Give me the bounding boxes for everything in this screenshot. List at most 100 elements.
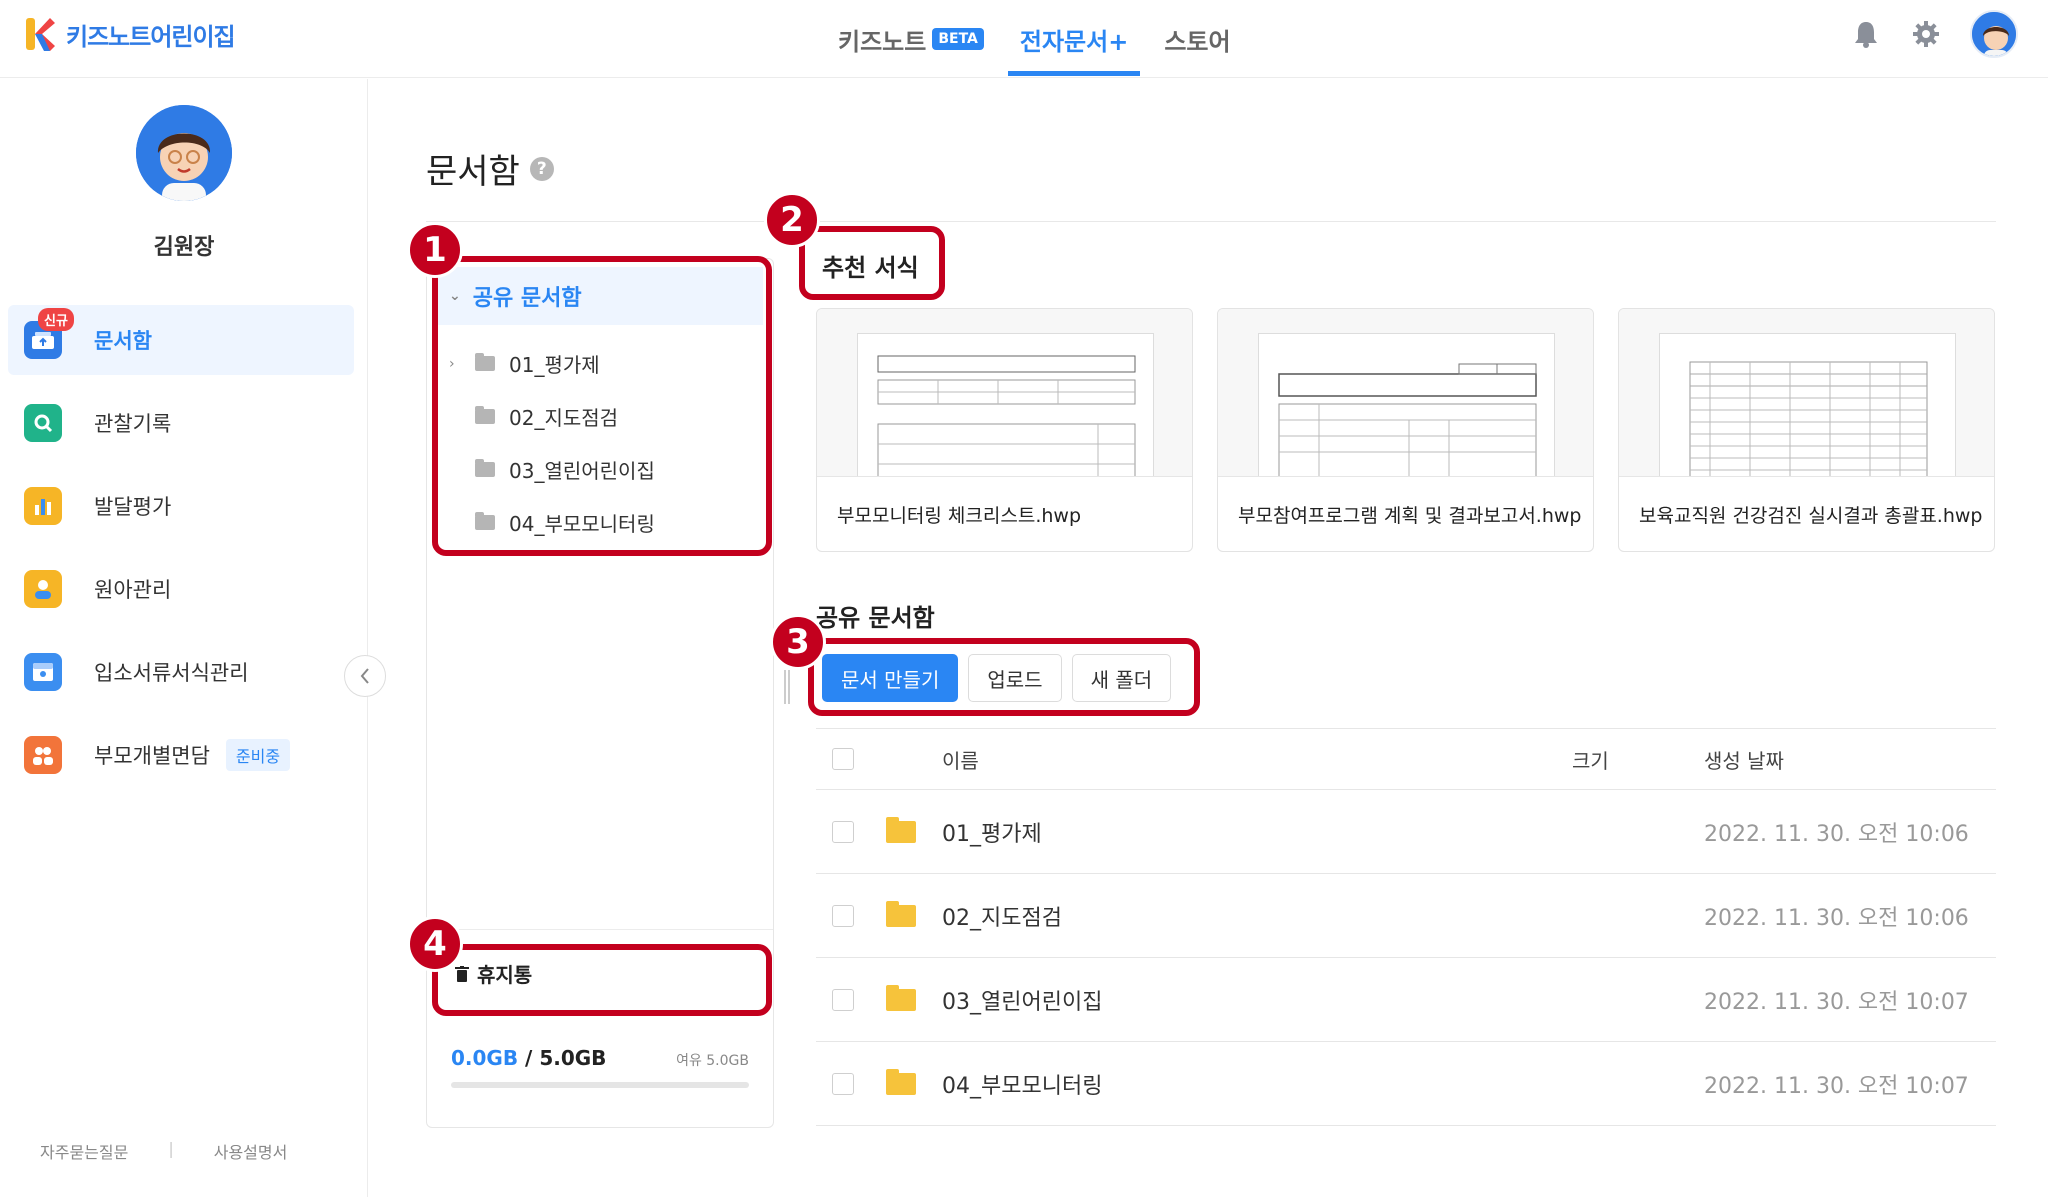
- help-icon[interactable]: ?: [529, 156, 554, 181]
- folder-item[interactable]: 03_열린어린이집: [449, 443, 655, 496]
- storage-usage: 0.0GB / 5.0GB 여유 5.0GB: [451, 1046, 749, 1088]
- trash-label: 휴지통: [477, 963, 533, 987]
- storage-used-text: 0.0GB / 5.0GB: [451, 1046, 607, 1070]
- trash-icon: [455, 965, 469, 982]
- document-preview-icon: [1659, 333, 1956, 476]
- sidebar: 김원장 신규 문서함 관찰기록 발달평가 원아관리 입소서류서식관리 부모개별면…: [0, 79, 368, 1197]
- sidebar-footer: 자주묻는질문 | 사용설명서: [40, 1139, 287, 1163]
- nav-edocs-label: 전자문서+: [1019, 27, 1129, 56]
- table-row[interactable]: 02_지도점검 2022. 11. 30. 오전 10:06: [816, 874, 1996, 958]
- create-document-button[interactable]: 문서 만들기: [822, 654, 959, 702]
- row-checkbox[interactable]: [832, 820, 854, 843]
- sidebar-item-children[interactable]: 원아관리: [8, 554, 354, 624]
- template-name: 부모모니터링 체크리스트.hwp: [837, 505, 1082, 527]
- panel-resize-handle[interactable]: [784, 670, 790, 704]
- brand[interactable]: 키즈노트어린이집: [24, 14, 236, 54]
- folder-panel: ⌄ 공유 문서함 › 01_평가제 02_지도점검 03_열린어린이집 04_부…: [426, 258, 774, 1128]
- folder-icon: [886, 1068, 916, 1095]
- sidebar-item-development[interactable]: 발달평가: [8, 471, 354, 541]
- row-date: 2022. 11. 30. 오전 10:06: [1704, 905, 1969, 931]
- people-icon: [24, 736, 62, 774]
- table-row[interactable]: 04_부모모니터링 2022. 11. 30. 오전 10:07: [816, 1042, 1996, 1126]
- chevron-left-icon: [360, 668, 369, 684]
- column-size[interactable]: 크기: [1572, 745, 1609, 774]
- folder-root-label: 공유 문서함: [472, 286, 582, 311]
- collapse-sidebar-button[interactable]: [344, 655, 386, 697]
- sidebar-item-admission-forms[interactable]: 입소서류서식관리: [8, 637, 354, 707]
- profile-avatar[interactable]: [136, 105, 232, 201]
- manual-link[interactable]: 사용설명서: [214, 1139, 288, 1163]
- children-icon: [24, 570, 62, 608]
- folder-root-shared[interactable]: ⌄ 공유 문서함: [437, 267, 763, 325]
- avatar[interactable]: [1970, 10, 2018, 58]
- template-name: 보육교직원 건강검진 실시결과 총괄표.hwp: [1639, 505, 1983, 527]
- callout-number-4: 4: [407, 916, 463, 972]
- row-checkbox[interactable]: [832, 904, 854, 927]
- chevron-down-icon[interactable]: ⌄: [449, 288, 461, 304]
- profile-name: 김원장: [153, 235, 215, 260]
- top-nav: 키즈노트 BETA 전자문서+ 스토어: [820, 0, 1249, 78]
- row-checkbox[interactable]: [832, 988, 854, 1011]
- column-date[interactable]: 생성 날짜: [1704, 745, 1784, 774]
- nav-store-label: 스토어: [1164, 27, 1231, 56]
- folder-icon: [475, 459, 495, 477]
- row-name: 01_평가제: [942, 821, 1042, 847]
- folder-icon: [886, 900, 916, 927]
- document-preview-icon: [857, 333, 1154, 476]
- sidebar-item-observation[interactable]: 관찰기록: [8, 388, 354, 458]
- sidebar-item-label: 부모개별면담: [94, 744, 210, 768]
- chevron-right-icon[interactable]: ›: [449, 356, 463, 372]
- upload-button[interactable]: 업로드: [968, 654, 1062, 702]
- row-name: 03_열린어린이집: [942, 989, 1103, 1015]
- profile: 김원장: [0, 105, 368, 261]
- top-icons: [1850, 10, 2018, 58]
- sidebar-menu: 신규 문서함 관찰기록 발달평가 원아관리 입소서류서식관리 부모개별면담 준비…: [8, 305, 354, 803]
- callout-number-2: 2: [764, 192, 820, 248]
- bell-icon[interactable]: [1850, 18, 1882, 50]
- form-icon: [24, 653, 62, 691]
- bar-chart-icon: [24, 487, 62, 525]
- template-card[interactable]: 보육교직원 건강검진 실시결과 총괄표.hwp: [1618, 308, 1995, 552]
- folder-item-label: 02_지도점검: [509, 406, 619, 430]
- folder-item[interactable]: 04_부모모니터링: [449, 496, 655, 549]
- new-folder-button[interactable]: 새 폴더: [1071, 654, 1172, 702]
- gear-icon[interactable]: [1910, 18, 1942, 50]
- title-divider: [426, 221, 1996, 222]
- magnifier-icon: [24, 404, 62, 442]
- faq-link[interactable]: 자주묻는질문: [40, 1139, 128, 1163]
- folder-item[interactable]: › 01_평가제: [449, 337, 655, 390]
- row-checkbox[interactable]: [832, 1072, 854, 1095]
- select-all-checkbox[interactable]: [832, 748, 854, 770]
- storage-bar: [451, 1082, 749, 1088]
- template-name: 부모참여프로그램 계획 및 결과보고서.hwp: [1238, 505, 1582, 527]
- template-thumbnail: [817, 309, 1192, 477]
- table-row[interactable]: 01_평가제 2022. 11. 30. 오전 10:06: [816, 790, 1996, 874]
- nav-kidsnote[interactable]: 키즈노트 BETA: [820, 0, 1002, 78]
- document-preview-icon: [1258, 333, 1555, 476]
- sidebar-item-documents[interactable]: 신규 문서함: [8, 305, 354, 375]
- kidsnote-logo-icon: [24, 14, 56, 54]
- nav-store[interactable]: 스토어: [1146, 0, 1248, 78]
- row-date: 2022. 11. 30. 오전 10:07: [1704, 989, 1969, 1015]
- template-card[interactable]: 부모모니터링 체크리스트.hwp: [816, 308, 1193, 552]
- folder-icon: [475, 353, 495, 371]
- coming-soon-badge: 준비중: [225, 739, 291, 771]
- callout-number-3: 3: [770, 614, 826, 670]
- page-title-text: 문서함: [426, 152, 520, 192]
- nav-kidsnote-label: 키즈노트: [838, 27, 927, 56]
- folder-item-label: 03_열린어린이집: [509, 459, 655, 483]
- template-card[interactable]: 부모참여프로그램 계획 및 결과보고서.hwp: [1217, 308, 1594, 552]
- nav-edocs[interactable]: 전자문서+: [1002, 0, 1146, 78]
- folder-item[interactable]: 02_지도점검: [449, 390, 655, 443]
- column-name[interactable]: 이름: [942, 745, 979, 774]
- table-row[interactable]: 03_열린어린이집 2022. 11. 30. 오전 10:07: [816, 958, 1996, 1042]
- action-buttons: 문서 만들기 업로드 새 폴더: [822, 654, 1172, 702]
- storage-used-value: 0.0GB: [451, 1046, 519, 1070]
- folder-icon: [886, 816, 916, 843]
- row-name: 04_부모모니터링: [942, 1073, 1103, 1099]
- trash-item[interactable]: 휴지통: [455, 959, 532, 988]
- sidebar-item-label: 발달평가: [94, 495, 172, 519]
- table-header: 이름 크기 생성 날짜: [816, 728, 1996, 790]
- beta-badge: BETA: [932, 28, 984, 50]
- sidebar-item-parent-meeting[interactable]: 부모개별면담 준비중: [8, 720, 354, 790]
